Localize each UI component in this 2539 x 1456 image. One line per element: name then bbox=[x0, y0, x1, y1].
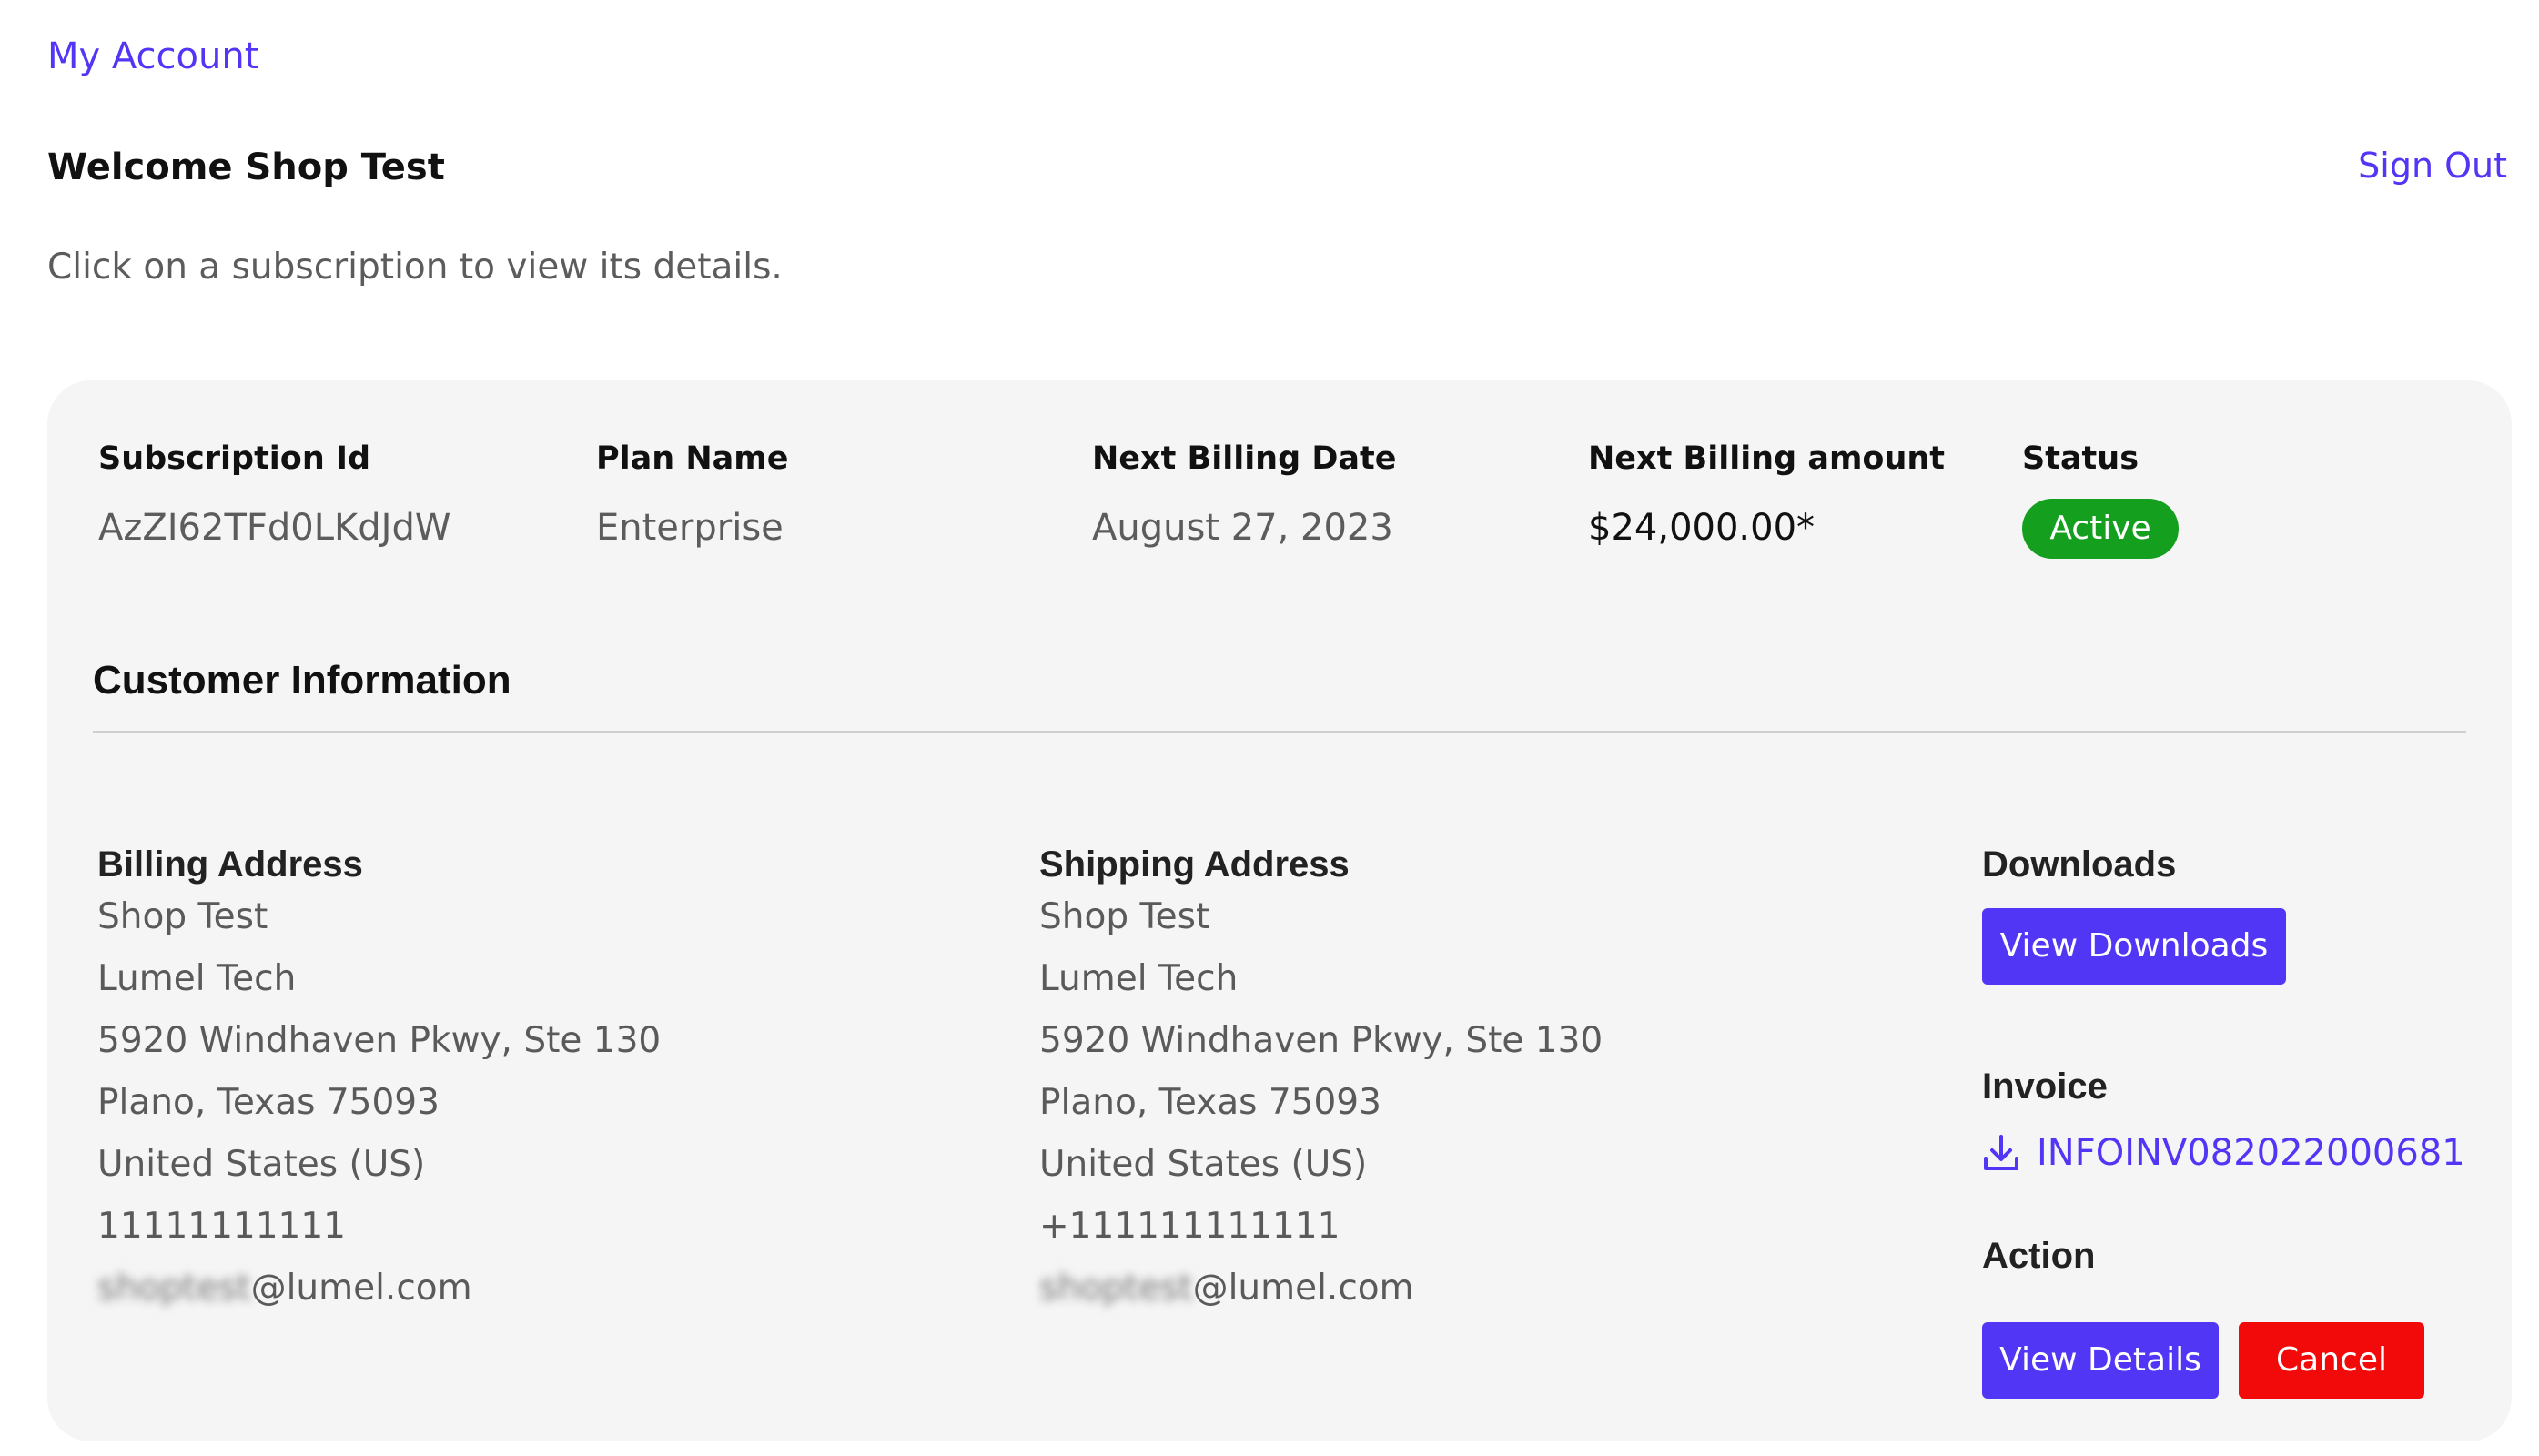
shipping-email-redacted: shoptest bbox=[1039, 1268, 1193, 1309]
billing-address: Shop Test Lumel Tech 5920 Windhaven Pkwy… bbox=[97, 886, 661, 1320]
invoice-heading: Invoice bbox=[1982, 1067, 2108, 1107]
shipping-address: Shop Test Lumel Tech 5920 Windhaven Pkwy… bbox=[1039, 886, 1603, 1320]
download-icon bbox=[1984, 1135, 2018, 1170]
billing-street: 5920 Windhaven Pkwy, Ste 130 bbox=[97, 1020, 662, 1061]
status-header: Status bbox=[2022, 440, 2139, 477]
billing-city: Plano, Texas 75093 bbox=[97, 1082, 440, 1123]
customer-information-title: Customer Information bbox=[93, 658, 511, 703]
status-badge: Active bbox=[2022, 499, 2179, 559]
instruction-text: Click on a subscription to view its deta… bbox=[47, 247, 783, 288]
action-heading: Action bbox=[1982, 1236, 2096, 1276]
billing-company: Lumel Tech bbox=[97, 958, 297, 999]
subscription-id-header: Subscription Id bbox=[98, 440, 371, 477]
invoice-download-link[interactable]: INFOINV082022000681 bbox=[1982, 1125, 2465, 1181]
next-billing-amount-value: $24,000.00* bbox=[1588, 507, 1816, 549]
shipping-company: Lumel Tech bbox=[1039, 958, 1239, 999]
shipping-phone: +111111111111 bbox=[1039, 1206, 1340, 1247]
next-billing-date-header: Next Billing Date bbox=[1092, 440, 1397, 477]
shipping-name: Shop Test bbox=[1039, 896, 1210, 937]
shipping-country: United States (US) bbox=[1039, 1144, 1368, 1185]
billing-phone: 11111111111 bbox=[97, 1206, 346, 1247]
billing-name: Shop Test bbox=[97, 896, 268, 937]
billing-address-heading: Billing Address bbox=[97, 844, 363, 885]
shipping-city: Plano, Texas 75093 bbox=[1039, 1082, 1381, 1123]
view-details-button[interactable]: View Details bbox=[1982, 1322, 2219, 1399]
shipping-email-domain: @lumel.com bbox=[1192, 1268, 1414, 1309]
billing-email-domain: @lumel.com bbox=[250, 1268, 472, 1309]
next-billing-date-value: August 27, 2023 bbox=[1092, 507, 1393, 549]
downloads-heading: Downloads bbox=[1982, 844, 2177, 885]
subscription-id-value: AzZI62TFd0LKdJdW bbox=[98, 507, 451, 549]
invoice-number[interactable]: INFOINV082022000681 bbox=[2037, 1125, 2465, 1181]
shipping-address-heading: Shipping Address bbox=[1039, 844, 1350, 885]
plan-name-header: Plan Name bbox=[596, 440, 789, 477]
my-account-link[interactable]: My Account bbox=[47, 27, 258, 86]
section-divider bbox=[93, 731, 2466, 733]
billing-email-redacted: shoptest bbox=[97, 1268, 251, 1309]
sign-out-link[interactable]: Sign Out bbox=[2358, 136, 2507, 195]
next-billing-amount-header: Next Billing amount bbox=[1588, 440, 1946, 477]
billing-country: United States (US) bbox=[97, 1144, 426, 1185]
shipping-street: 5920 Windhaven Pkwy, Ste 130 bbox=[1039, 1020, 1603, 1061]
plan-name-value: Enterprise bbox=[596, 507, 784, 549]
shipping-email: shoptest@lumel.com bbox=[1039, 1258, 1603, 1320]
welcome-heading: Welcome Shop Test bbox=[47, 147, 445, 188]
billing-email: shoptest@lumel.com bbox=[97, 1258, 661, 1320]
view-downloads-button[interactable]: View Downloads bbox=[1982, 908, 2286, 985]
cancel-button[interactable]: Cancel bbox=[2239, 1322, 2424, 1399]
